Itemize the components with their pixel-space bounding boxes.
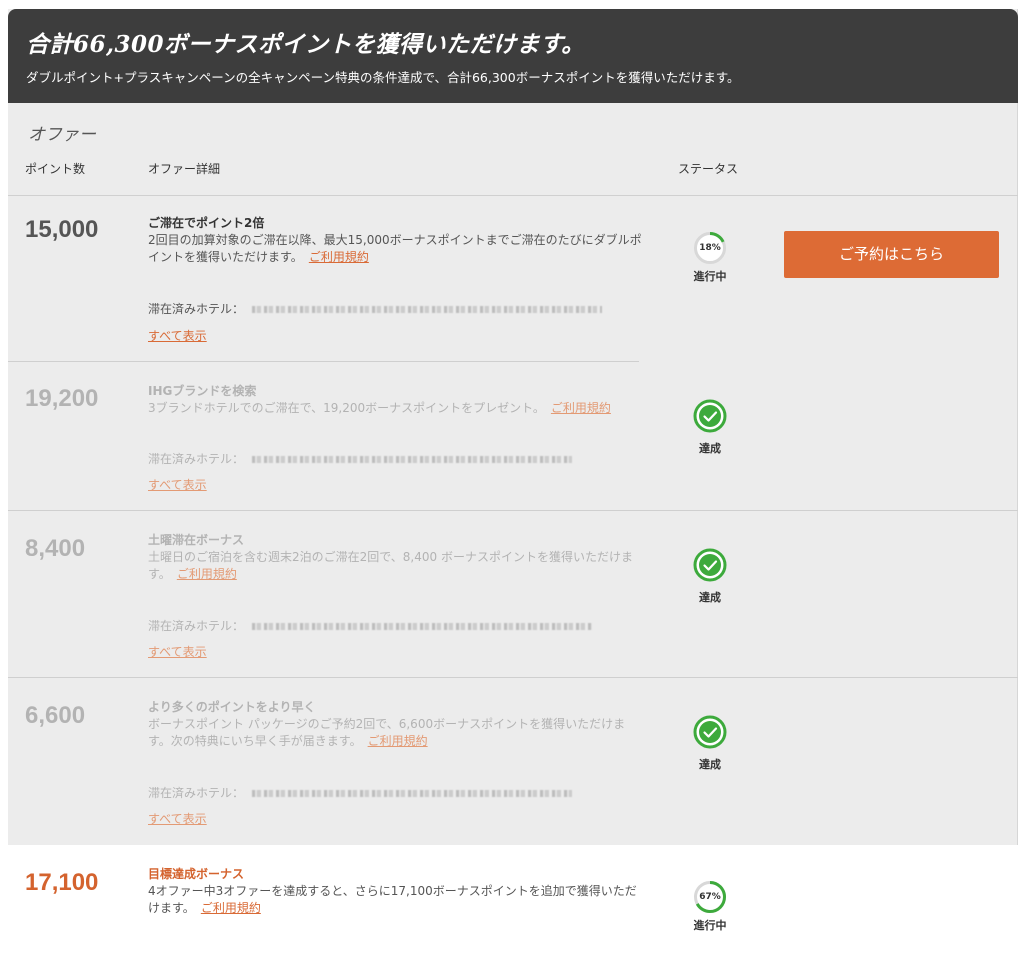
offer-description: 2回目の加算対象のご滞在以降、最大15,000ボーナスポイントまでご滞在のたびに… bbox=[148, 232, 644, 266]
status-label: 達成 bbox=[699, 758, 721, 771]
terms-link[interactable]: ご利用規約 bbox=[309, 250, 369, 264]
show-all-link[interactable]: すべて表示 bbox=[148, 810, 207, 827]
status-achieved: 達成 bbox=[678, 548, 742, 605]
stayed-hotels-label: 滞在済みホテル： bbox=[148, 619, 245, 633]
stayed-hotels: 滞在済みホテル： bbox=[148, 450, 573, 467]
offer-points: 15,000 bbox=[25, 216, 99, 243]
redacted-hotel-list bbox=[252, 790, 573, 797]
stayed-hotels-label: 滞在済みホテル： bbox=[148, 786, 245, 800]
terms-link[interactable]: ご利用規約 bbox=[368, 734, 428, 748]
offer-points: 19,200 bbox=[25, 385, 99, 412]
show-all-link[interactable]: すべて表示 bbox=[148, 327, 207, 344]
progress-ring: 67% bbox=[693, 880, 727, 914]
offer-points: 17,100 bbox=[25, 869, 99, 896]
offer-title: より多くのポイントをより早く bbox=[148, 700, 316, 714]
stayed-hotels-label: 滞在済みホテル： bbox=[148, 302, 245, 316]
status-in-progress: 67% 進行中 bbox=[678, 880, 742, 933]
column-header-points: ポイント数 bbox=[25, 162, 86, 176]
check-circle-icon bbox=[693, 548, 727, 582]
status-label: 進行中 bbox=[693, 919, 727, 932]
divider bbox=[8, 195, 1018, 196]
stayed-hotels: 滞在済みホテル： bbox=[148, 784, 573, 801]
terms-link[interactable]: ご利用規約 bbox=[201, 901, 261, 915]
divider bbox=[8, 677, 1018, 678]
status-achieved: 達成 bbox=[678, 399, 742, 456]
book-now-button[interactable]: ご予約はこちら bbox=[784, 231, 999, 278]
column-header-details: オファー詳細 bbox=[148, 162, 221, 176]
offer-description: 3ブランドホテルでのご滞在で、19,200ボーナスポイントをプレゼント。 ご利用規… bbox=[148, 400, 644, 417]
column-header-status: ステータス bbox=[678, 162, 739, 176]
offer-description: 4オファー中3オファーを達成すると、さらに17,100ボーナスポイントを追加で獲… bbox=[148, 883, 644, 917]
offer-description-text: 3ブランドホテルでのご滞在で、19,200ボーナスポイントをプレゼント。 bbox=[148, 401, 545, 415]
redacted-hotel-list bbox=[252, 623, 593, 630]
offer-title: ご滞在でポイント2倍 bbox=[148, 216, 265, 230]
terms-link[interactable]: ご利用規約 bbox=[177, 567, 237, 581]
show-all-link[interactable]: すべて表示 bbox=[148, 476, 207, 493]
status-label: 達成 bbox=[699, 442, 721, 455]
stayed-hotels: 滞在済みホテル： bbox=[148, 617, 593, 634]
header-title: 合計66,300ボーナスポイントを獲得いただけます。 bbox=[26, 31, 585, 58]
page-header: 合計66,300ボーナスポイントを獲得いただけます。 ダブルポイント+プラスキャ… bbox=[8, 9, 1018, 103]
status-achieved: 達成 bbox=[678, 715, 742, 772]
offer-points: 6,600 bbox=[25, 702, 86, 729]
redacted-hotel-list bbox=[252, 456, 573, 463]
offer-title: 目標達成ボーナス bbox=[148, 867, 245, 881]
header-subtitle: ダブルポイント+プラスキャンペーンの全キャンペーン特典の条件達成で、合計66,3… bbox=[26, 70, 740, 85]
offer-description: ボーナスポイント パッケージのご予約2回で、6,600ボーナスポイントを獲得いた… bbox=[148, 716, 644, 750]
offer-description-text: 2回目の加算対象のご滞在以降、最大15,000ボーナスポイントまでご滞在のたびに… bbox=[148, 233, 642, 264]
divider bbox=[8, 510, 1018, 511]
offer-description: 土曜日のご宿泊を含む週末2泊のご滞在2回で、8,400 ボーナスポイントを獲得い… bbox=[148, 549, 644, 583]
status-label: 達成 bbox=[699, 591, 721, 604]
progress-ring: 18% bbox=[693, 231, 727, 265]
divider bbox=[8, 361, 639, 362]
status-in-progress: 18% 進行中 bbox=[678, 231, 742, 284]
check-circle-icon bbox=[693, 399, 727, 433]
offer-card: 合計66,300ボーナスポイントを獲得いただけます。 ダブルポイント+プラスキャ… bbox=[8, 9, 1018, 956]
section-title: オファー bbox=[28, 125, 96, 145]
check-circle-icon bbox=[693, 715, 727, 749]
redacted-hotel-list bbox=[252, 306, 603, 313]
progress-percent: 18% bbox=[699, 243, 721, 253]
offer-points: 8,400 bbox=[25, 535, 86, 562]
status-label: 進行中 bbox=[693, 270, 727, 283]
progress-percent: 67% bbox=[699, 892, 721, 902]
offer-title: IHGブランドを検索 bbox=[148, 384, 257, 398]
show-all-link[interactable]: すべて表示 bbox=[148, 643, 207, 660]
offer-title: 土曜滞在ボーナス bbox=[148, 533, 245, 547]
stayed-hotels: 滞在済みホテル： bbox=[148, 300, 603, 317]
stayed-hotels-label: 滞在済みホテル： bbox=[148, 452, 245, 466]
terms-link[interactable]: ご利用規約 bbox=[551, 401, 611, 415]
